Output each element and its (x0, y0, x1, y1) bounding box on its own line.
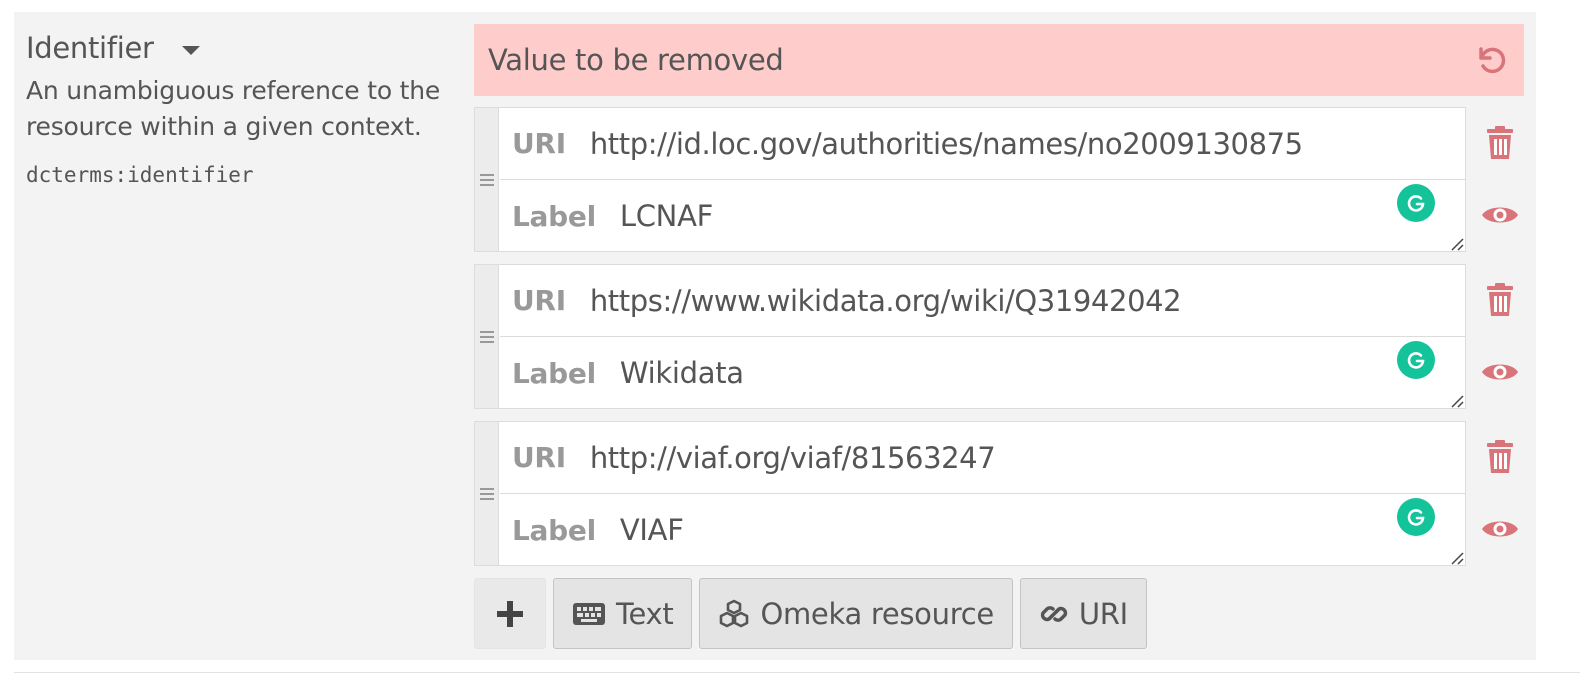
resize-handle-icon[interactable] (1448, 549, 1464, 565)
field-meta: Identifier An unambiguous reference to t… (26, 30, 466, 187)
field-title-row: Identifier (26, 30, 466, 66)
grammarly-icon[interactable] (1397, 184, 1435, 222)
trash-icon[interactable] (1480, 280, 1520, 320)
plus-icon (497, 600, 523, 627)
label-row: Label Wikidata (500, 337, 1465, 409)
add-value-toolbar: Text Omeka resource URI (474, 578, 1147, 649)
label-input[interactable]: VIAF (620, 513, 684, 547)
label-input[interactable]: Wikidata (620, 356, 744, 390)
uri-input[interactable]: http://id.loc.gov/authorities/names/no20… (590, 127, 1303, 161)
field-description-line: resource within a given context. (26, 112, 422, 141)
add-uri-button[interactable]: URI (1019, 578, 1147, 649)
add-omeka-resource-label: Omeka resource (760, 596, 994, 631)
keyboard-icon (573, 602, 605, 625)
divider (14, 672, 1580, 673)
link-icon (1040, 605, 1068, 622)
uri-value: URI http://viaf.org/viaf/81563247 Label … (474, 421, 1466, 566)
add-value-button[interactable] (474, 578, 546, 649)
label-input[interactable]: LCNAF (620, 199, 713, 233)
uri-row: URI https://www.wikidata.org/wiki/Q31942… (500, 265, 1465, 337)
uri-label: URI (512, 127, 566, 160)
cubes-icon (720, 599, 749, 627)
label-row: Label VIAF (500, 494, 1465, 566)
uri-label: URI (512, 284, 566, 317)
trash-icon[interactable] (1480, 123, 1520, 163)
drag-handle[interactable] (475, 108, 499, 251)
eye-icon[interactable] (1480, 509, 1520, 549)
uri-row: URI http://viaf.org/viaf/81563247 (500, 422, 1465, 494)
eye-icon[interactable] (1480, 352, 1520, 392)
add-text-button[interactable]: Text (553, 578, 693, 649)
removed-value-banner: Value to be removed (474, 24, 1524, 96)
add-text-label: Text (616, 596, 674, 631)
resize-handle-icon[interactable] (1448, 235, 1464, 251)
drag-handle[interactable] (475, 422, 499, 565)
uri-value: URI http://id.loc.gov/authorities/names/… (474, 107, 1466, 252)
uri-label: URI (512, 441, 566, 474)
uri-row: URI http://id.loc.gov/authorities/names/… (500, 108, 1465, 180)
drag-handle[interactable] (475, 265, 499, 408)
uri-input[interactable]: https://www.wikidata.org/wiki/Q31942042 (590, 284, 1182, 318)
add-omeka-resource-button[interactable]: Omeka resource (699, 578, 1013, 649)
uri-input[interactable]: http://viaf.org/viaf/81563247 (590, 441, 996, 475)
label-label: Label (512, 513, 596, 547)
resize-handle-icon[interactable] (1448, 392, 1464, 408)
removed-value-text: Value to be removed (488, 43, 784, 77)
grammarly-icon[interactable] (1397, 498, 1435, 536)
field-title: Identifier (26, 31, 154, 65)
add-uri-label: URI (1078, 596, 1128, 631)
eye-icon[interactable] (1480, 195, 1520, 235)
field-description-line: An unambiguous reference to the (26, 76, 441, 105)
label-label: Label (512, 356, 596, 390)
field-term: dcterms:identifier (26, 163, 254, 187)
undo-icon[interactable] (1470, 40, 1510, 80)
trash-icon[interactable] (1480, 437, 1520, 477)
uri-value: URI https://www.wikidata.org/wiki/Q31942… (474, 264, 1466, 409)
grammarly-icon[interactable] (1397, 341, 1435, 379)
caret-down-icon[interactable] (181, 45, 200, 55)
field-description: An unambiguous reference to the resource… (26, 73, 466, 145)
label-label: Label (512, 199, 596, 233)
label-row: Label LCNAF (500, 180, 1465, 252)
